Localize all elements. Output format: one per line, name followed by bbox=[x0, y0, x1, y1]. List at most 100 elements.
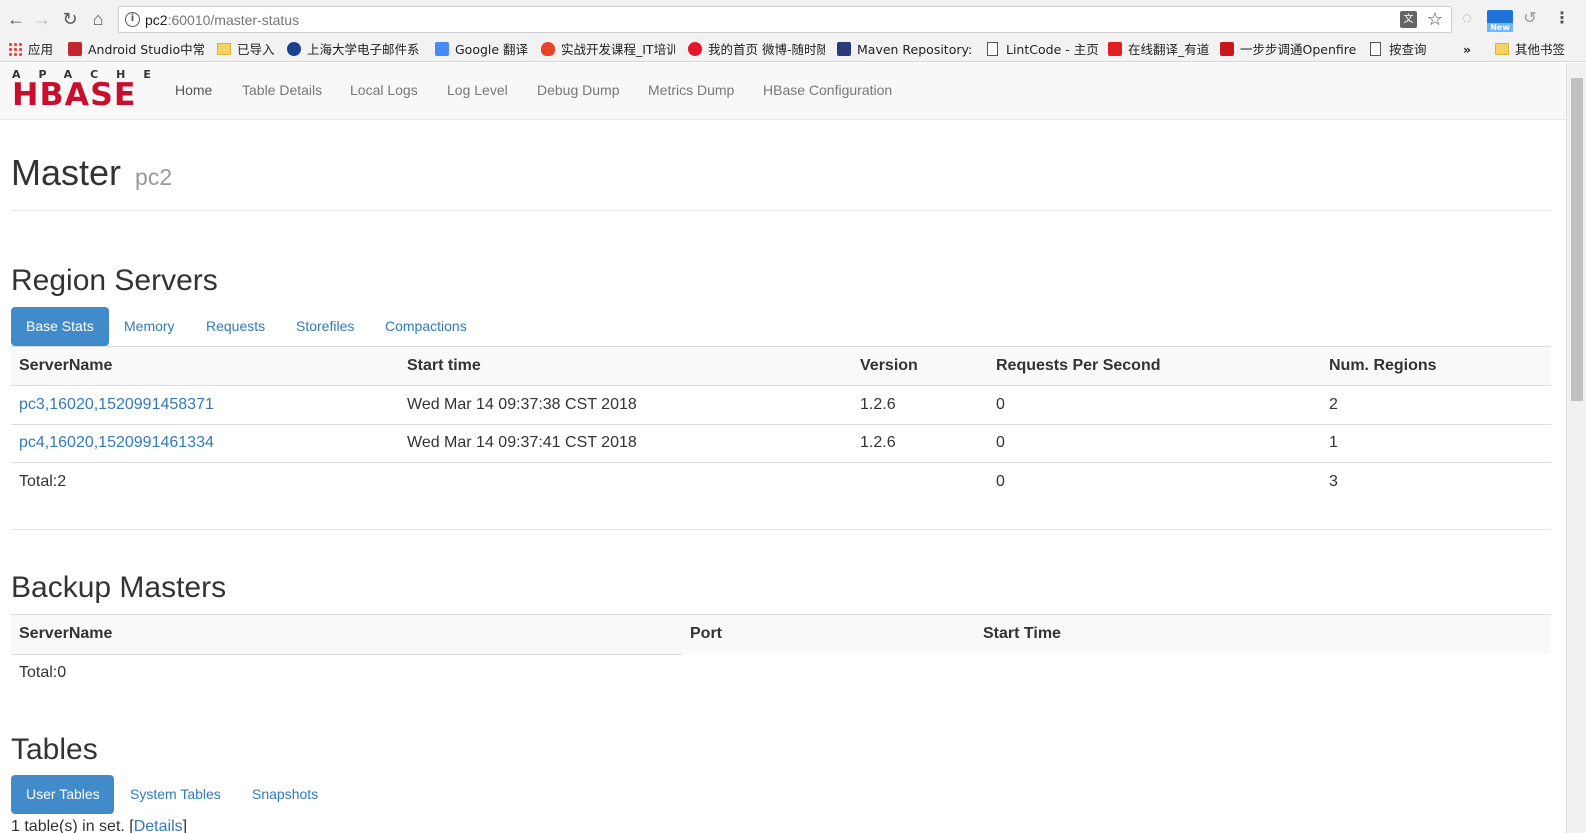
bookmark-label: Android Studio中常 bbox=[88, 42, 204, 57]
tab-compactions[interactable]: Compactions bbox=[370, 307, 482, 346]
bookmark-imported[interactable]: 已导入 bbox=[217, 41, 275, 59]
col-num-regions: Num. Regions bbox=[1321, 346, 1551, 386]
tab-snapshots[interactable]: Snapshots bbox=[237, 775, 333, 814]
bookmark-label: 已导入 bbox=[237, 42, 275, 57]
hbase-logo[interactable]: APACHE HBASE bbox=[12, 69, 151, 113]
col-start-time: Start Time bbox=[983, 625, 1061, 642]
bookmark-youdao[interactable]: 在线翻译_有道 bbox=[1108, 41, 1209, 59]
table-total-row: Total:2 0 3 bbox=[11, 463, 1551, 502]
translate-icon[interactable]: 文 bbox=[1400, 11, 1417, 28]
bookmark-maven[interactable]: Maven Repository: bbox=[837, 41, 973, 59]
google-translate-icon bbox=[435, 42, 449, 56]
nav-debug-dump[interactable]: Debug Dump bbox=[537, 80, 620, 100]
tab-base-stats[interactable]: Base Stats bbox=[11, 307, 109, 346]
info-icon[interactable]: i bbox=[125, 12, 140, 27]
nav-hbase-configuration[interactable]: HBase Configuration bbox=[763, 80, 892, 100]
bookmark-label: 按查询 bbox=[1389, 42, 1427, 57]
cell-num-regions: 1 bbox=[1321, 424, 1551, 463]
page-title-text: Master bbox=[11, 152, 122, 193]
bookmark-weibo[interactable]: 我的首页 微博-随时随 bbox=[688, 41, 825, 59]
divider bbox=[11, 529, 1551, 530]
bookmark-it-course[interactable]: 实战开发课程_IT培训 bbox=[541, 41, 676, 59]
bookmark-openfire[interactable]: 一步步调通Openfire bbox=[1220, 41, 1356, 59]
bookmark-label: 实战开发课程_IT培训 bbox=[561, 42, 676, 57]
tab-system-tables[interactable]: System Tables bbox=[115, 775, 236, 814]
flame-icon bbox=[541, 42, 555, 56]
details-link[interactable]: Details bbox=[134, 818, 183, 833]
divider bbox=[11, 654, 682, 655]
extension-new-icon[interactable]: New bbox=[1487, 10, 1513, 32]
bookmark-query[interactable]: 按查询 bbox=[1370, 41, 1427, 59]
browser-toolbar: ← → ↻ ⌂ i pc2:60010/master-status 文 ☆ ◌ … bbox=[0, 0, 1586, 38]
server-link[interactable]: pc3,16020,1520991458371 bbox=[19, 396, 214, 413]
bookmark-lintcode[interactable]: LintCode - 主页 bbox=[987, 41, 1099, 59]
table-row: pc3,16020,1520991458371 Wed Mar 14 09:37… bbox=[11, 385, 1551, 425]
bookmark-google-translate[interactable]: Google 翻译 bbox=[435, 41, 528, 59]
address-bar[interactable]: i pc2:60010/master-status 文 ☆ bbox=[118, 6, 1452, 33]
history-icon[interactable]: ↺ bbox=[1520, 9, 1540, 29]
bookmark-label: 在线翻译_有道 bbox=[1128, 42, 1210, 57]
tab-user-tables[interactable]: User Tables bbox=[11, 775, 114, 814]
tables-summary: 1 table(s) in set. [Details] bbox=[11, 818, 188, 833]
server-link[interactable]: pc4,16020,1520991461334 bbox=[19, 434, 214, 451]
bookmark-label: LintCode - 主页 bbox=[1006, 42, 1099, 57]
tab-requests[interactable]: Requests bbox=[191, 307, 280, 346]
back-arrow-icon[interactable]: ← bbox=[6, 9, 26, 29]
nav-log-level[interactable]: Log Level bbox=[447, 80, 508, 100]
cell-start-time: Wed Mar 14 09:37:38 CST 2018 bbox=[399, 385, 852, 425]
backup-masters-total: Total:0 bbox=[19, 664, 67, 681]
home-icon[interactable]: ⌂ bbox=[88, 9, 108, 29]
nav-table-details[interactable]: Table Details bbox=[242, 80, 322, 100]
page-scrollbar[interactable] bbox=[1566, 63, 1586, 833]
bookmark-shu-mail[interactable]: 上海大学电子邮件系 bbox=[287, 41, 422, 59]
bookmark-other[interactable]: 其他书签 bbox=[1495, 41, 1565, 59]
forward-arrow-icon[interactable]: → bbox=[32, 9, 52, 29]
col-version: Version bbox=[852, 346, 988, 386]
cell-start-time: Wed Mar 14 09:37:41 CST 2018 bbox=[399, 424, 852, 463]
divider bbox=[11, 210, 1551, 211]
region-servers-title: Region Servers bbox=[11, 264, 218, 297]
table-row: pc4,16020,1520991461334 Wed Mar 14 09:37… bbox=[11, 424, 1551, 463]
csdn-icon bbox=[1220, 42, 1234, 56]
folder-icon bbox=[217, 43, 231, 55]
col-requests-per-second: Requests Per Second bbox=[988, 346, 1321, 386]
cell-total-regions: 3 bbox=[1329, 473, 1338, 490]
url-text: pc2:60010/master-status bbox=[145, 11, 299, 29]
nav-local-logs[interactable]: Local Logs bbox=[350, 80, 418, 100]
tab-memory[interactable]: Memory bbox=[109, 307, 190, 346]
youdao-icon bbox=[1108, 42, 1122, 56]
cell-servername: pc4,16020,1520991461334 bbox=[11, 424, 399, 463]
top-navbar: APACHE HBASE Home Table Details Local Lo… bbox=[0, 63, 1566, 120]
bookmark-label: 应用 bbox=[28, 42, 54, 57]
tables-title: Tables bbox=[11, 733, 98, 766]
bookmark-label: 我的首页 微博-随时随 bbox=[708, 42, 825, 57]
logo-hbase-text: HBASE bbox=[12, 77, 137, 113]
bookmark-android-studio[interactable]: Android Studio中常 bbox=[68, 41, 204, 59]
extension-icon[interactable]: ◌ bbox=[1457, 9, 1477, 29]
cell-version: 1.2.6 bbox=[852, 385, 988, 425]
cell-empty bbox=[852, 463, 988, 502]
cell-rps: 0 bbox=[988, 385, 1321, 425]
reload-icon[interactable]: ↻ bbox=[60, 9, 80, 29]
bookmarks-overflow-icon[interactable]: » bbox=[1463, 41, 1471, 59]
bookmark-apps[interactable]: 应用 bbox=[8, 41, 53, 59]
scrollbar-thumb[interactable] bbox=[1571, 78, 1583, 401]
bookmark-star-icon[interactable]: ☆ bbox=[1427, 9, 1443, 30]
backup-masters-header: ServerName Port Start Time bbox=[11, 614, 1551, 655]
bookmarks-bar: 应用 Android Studio中常 已导入 上海大学电子邮件系 Google… bbox=[0, 38, 1586, 62]
backup-masters-title: Backup Masters bbox=[11, 571, 227, 604]
bookmark-label: Google 翻译 bbox=[455, 42, 529, 57]
col-servername: ServerName bbox=[19, 625, 113, 642]
tab-storefiles[interactable]: Storefiles bbox=[281, 307, 369, 346]
menu-dots-icon[interactable]: ⋮ bbox=[1552, 9, 1572, 29]
cell-empty bbox=[399, 463, 852, 502]
url-host: pc2 bbox=[145, 12, 168, 28]
region-servers-table: ServerName Start time Version Requests P… bbox=[11, 346, 1551, 501]
page-icon bbox=[987, 42, 998, 56]
apps-grid-icon bbox=[8, 42, 22, 56]
page-title: Master pc2 bbox=[11, 152, 172, 198]
page-icon bbox=[1370, 42, 1381, 56]
nav-metrics-dump[interactable]: Metrics Dump bbox=[648, 80, 734, 100]
nav-home[interactable]: Home bbox=[175, 80, 212, 100]
page-subtitle-host: pc2 bbox=[135, 164, 173, 190]
